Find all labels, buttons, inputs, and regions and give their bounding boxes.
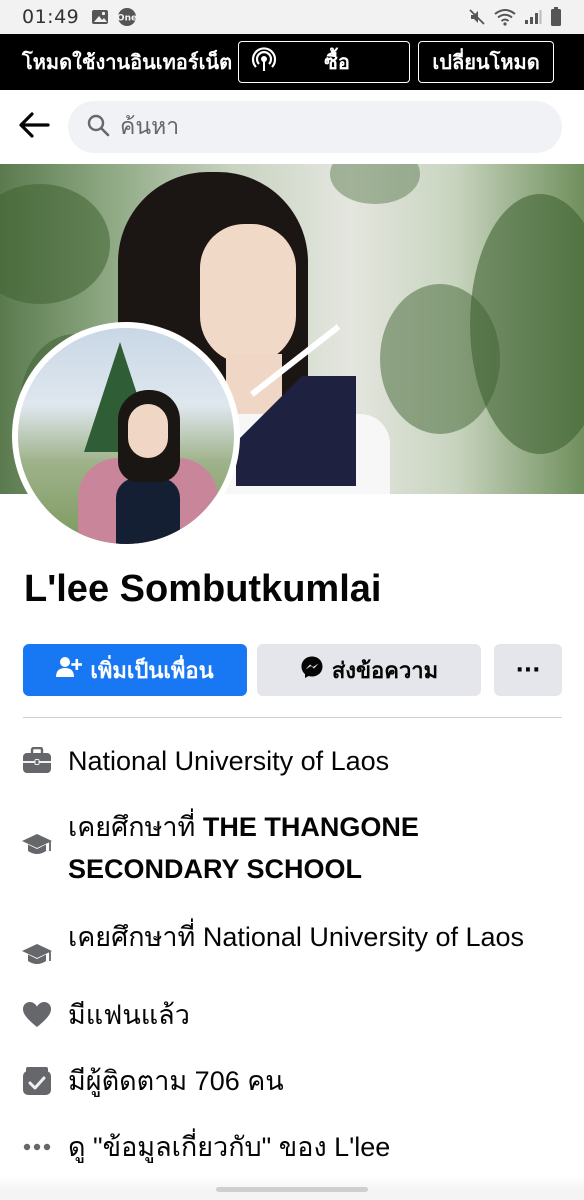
back-button[interactable]: [16, 109, 52, 145]
status-left-icons: One: [91, 7, 137, 27]
followers-icon: [20, 1064, 54, 1098]
add-friend-label: เพิ่มเป็นเพื่อน: [90, 658, 214, 684]
profile-actions: เพิ่มเป็นเพื่อน ส่งข้อความ ···: [23, 644, 562, 696]
back-arrow-icon: [18, 111, 50, 143]
broadcast-icon: [251, 47, 277, 77]
signal-icon: [524, 9, 542, 25]
home-indicator[interactable]: [216, 1187, 368, 1192]
more-options-button[interactable]: ···: [494, 644, 562, 696]
info-row-about[interactable]: ดู "ข้อมูลเกี่ยวกับ" ของ L'lee: [20, 1126, 564, 1168]
more-options-label: ···: [515, 657, 541, 683]
info-row-work: National University of Laos: [20, 740, 564, 786]
data-mode-label: โหมดใช้งานอินเทอร์เน็ต: [22, 50, 233, 74]
buy-data-label: ซื้อ: [324, 50, 350, 74]
one-app-icon: One: [117, 7, 137, 27]
message-label: ส่งข้อความ: [331, 658, 439, 684]
info-work-text: National University of Laos: [68, 746, 390, 776]
info-row-relationship: มีแฟนแล้ว: [20, 994, 564, 1036]
info-followers-text: มีผู้ติดตาม 706 คน: [68, 1066, 284, 1096]
status-bar: 01:49 One: [0, 0, 584, 34]
avatar[interactable]: [12, 322, 240, 550]
profile-info-list: National University of Laos เคยศึกษาที่ …: [20, 740, 564, 1168]
graduation-cap-icon: [20, 938, 54, 972]
briefcase-icon: [20, 744, 54, 778]
info-relationship-text: มีแฟนแล้ว: [68, 1000, 190, 1030]
profile-name: L'lee Sombutkumlai: [24, 568, 382, 610]
info-row-followers: มีผู้ติดตาม 706 คน: [20, 1060, 564, 1102]
divider: [23, 717, 562, 718]
status-time: 01:49: [22, 6, 80, 28]
info-school-1-prefix: เคยศึกษาที่: [68, 812, 203, 842]
messenger-icon: [300, 655, 324, 685]
status-right-icons: [468, 7, 562, 27]
svg-text:One: One: [117, 14, 137, 24]
avatar-image: [18, 328, 234, 544]
mute-icon: [468, 8, 486, 26]
heart-icon: [20, 998, 54, 1032]
search-input[interactable]: ค้นหา: [68, 101, 562, 153]
search-header: ค้นหา: [0, 90, 584, 164]
image-icon: [91, 9, 109, 25]
info-row-school-2: เคยศึกษาที่ National University of Laos: [20, 916, 564, 972]
info-school-2-link[interactable]: National University of Laos: [203, 922, 524, 952]
switch-mode-button[interactable]: เปลี่ยนโหมด: [418, 41, 555, 83]
search-placeholder: ค้นหา: [120, 114, 180, 140]
graduation-cap-icon: [20, 828, 54, 862]
buy-data-button[interactable]: ซื้อ: [238, 41, 411, 83]
search-icon: [86, 113, 110, 141]
message-button[interactable]: ส่งข้อความ: [257, 644, 481, 696]
more-dots-icon: [20, 1130, 54, 1164]
info-row-school-1: เคยศึกษาที่ THE THANGONE SECONDARY SCHOO…: [20, 806, 564, 890]
data-mode-bar: โหมดใช้งานอินเทอร์เน็ต ซื้อ เปลี่ยนโหมด: [0, 34, 584, 90]
info-about-link[interactable]: ดู "ข้อมูลเกี่ยวกับ" ของ L'lee: [68, 1126, 390, 1168]
battery-icon: [550, 7, 562, 27]
add-friend-icon: [56, 655, 83, 685]
wifi-icon: [494, 8, 516, 26]
add-friend-button[interactable]: เพิ่มเป็นเพื่อน: [23, 644, 247, 696]
info-school-2-prefix: เคยศึกษาที่: [68, 922, 203, 952]
